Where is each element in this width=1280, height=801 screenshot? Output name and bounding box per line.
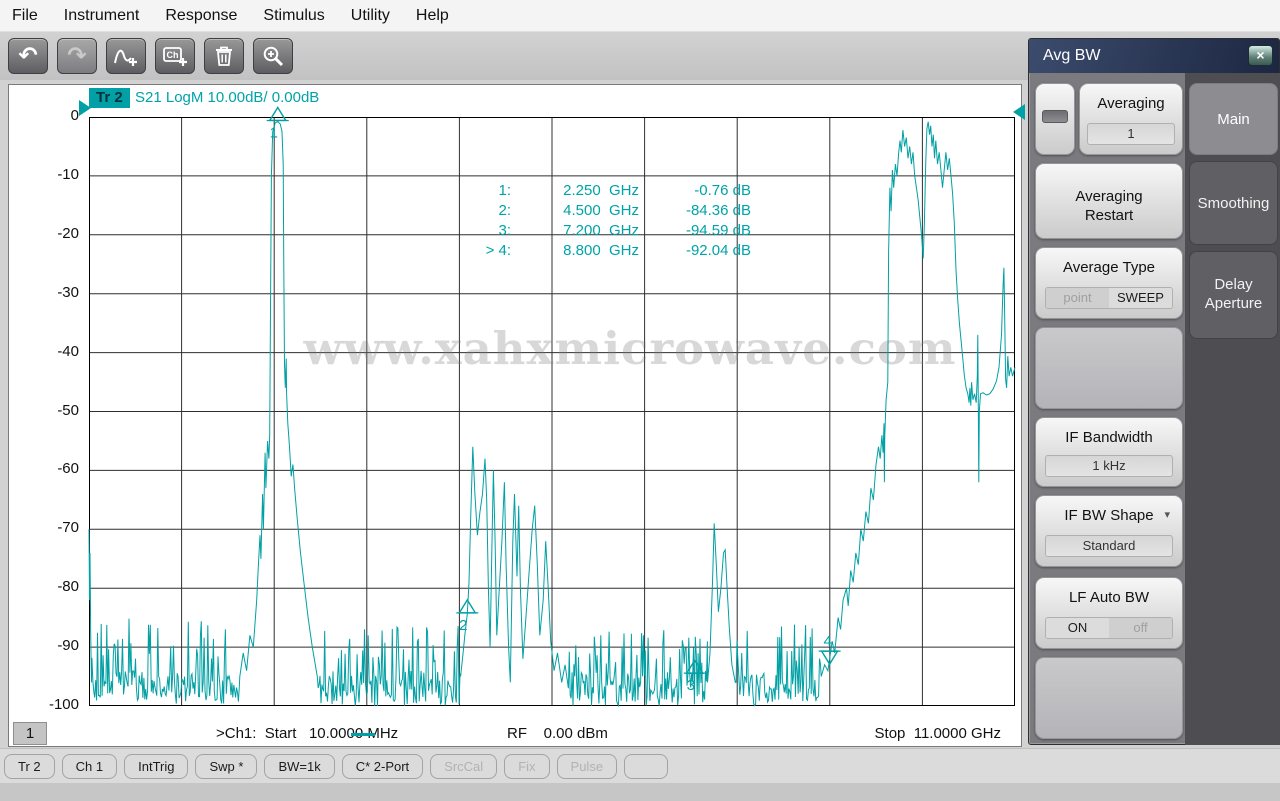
tab-delay-aperture[interactable]: Delay Aperture xyxy=(1189,251,1278,339)
menu-item-instrument[interactable]: Instrument xyxy=(64,7,140,25)
y-axis-label: 0 xyxy=(70,107,79,124)
add-trace-icon xyxy=(114,49,137,66)
menu-bar: File Instrument Response Stimulus Utilit… xyxy=(0,0,1280,32)
menu-item-file[interactable]: File xyxy=(12,7,38,25)
avg-bw-panel: Avg BW × Main Smoothing Delay Aperture A… xyxy=(1028,38,1280,745)
trace-marker-1[interactable]: 1 xyxy=(266,106,289,141)
trash-icon xyxy=(216,46,232,66)
blank-softkey-1 xyxy=(1035,327,1183,409)
status-button-bandwidth[interactable]: BW=1k xyxy=(264,753,335,779)
averaging-button[interactable]: Averaging 1 xyxy=(1079,83,1183,155)
menu-item-utility[interactable]: Utility xyxy=(351,7,390,25)
averaging-restart-button[interactable]: Averaging Restart xyxy=(1035,163,1183,239)
lf-auto-bw-on-option[interactable]: ON xyxy=(1046,618,1109,638)
marker-readout-row: 3: 7.200 GHz -94.59 dB xyxy=(498,222,751,239)
redo-icon: ↷ xyxy=(67,42,87,69)
averaging-value: 1 xyxy=(1087,123,1175,145)
status-button-fix[interactable]: Fix xyxy=(504,753,550,779)
status-button-pulse[interactable]: Pulse xyxy=(556,753,618,779)
if-bandwidth-button[interactable]: IF Bandwidth 1 kHz xyxy=(1035,417,1183,487)
stop-frequency-label: Stop 11.0000 GHz xyxy=(874,725,1001,742)
svg-text:1: 1 xyxy=(270,124,278,141)
y-axis-label: -30 xyxy=(57,283,79,301)
average-type-point-option[interactable]: point xyxy=(1046,288,1109,308)
channel1-tab[interactable]: 1 xyxy=(13,722,47,745)
y-axis-label: -100 xyxy=(48,696,79,713)
y-axis-label: -90 xyxy=(57,637,79,655)
zoom-icon xyxy=(263,46,284,67)
close-icon: × xyxy=(1256,47,1265,63)
menu-item-response[interactable]: Response xyxy=(165,7,237,25)
status-button-empty[interactable] xyxy=(624,753,669,779)
trace2-description: S21 LogM 10.00dB/ 0.00dB xyxy=(135,89,320,106)
trace2-tag[interactable]: Tr 2 xyxy=(89,88,130,108)
add-channel-button[interactable]: Ch xyxy=(155,38,195,74)
average-type-button[interactable]: Average Type point SWEEP xyxy=(1035,247,1183,319)
status-button-channel[interactable]: Ch 1 xyxy=(61,753,118,779)
tab-main[interactable]: Main xyxy=(1189,83,1278,155)
add-trace-button[interactable] xyxy=(106,38,146,74)
marker-readout-row: 1: 2.250 GHz -0.76 dB xyxy=(498,182,751,199)
if-bw-shape-value: Standard xyxy=(1045,535,1173,557)
y-axis-label: -20 xyxy=(57,224,79,242)
svg-text:4: 4 xyxy=(823,633,831,650)
y-axis-label: -50 xyxy=(57,401,79,419)
y-axis-label: -70 xyxy=(57,519,79,537)
vna-app-window: File Instrument Response Stimulus Utilit… xyxy=(0,0,1280,801)
marker-readout-row: 2: 4.500 GHz -84.36 dB xyxy=(498,202,751,219)
panel-title: Avg BW xyxy=(1029,39,1279,73)
blank-softkey-2 xyxy=(1035,657,1183,739)
rf-power-label: RF 0.00 dBm xyxy=(507,725,608,742)
averaging-enable-toggle[interactable] xyxy=(1035,83,1075,155)
reference-level-marker-left-icon[interactable] xyxy=(79,100,91,116)
y-axis-label: -80 xyxy=(57,578,79,596)
y-axis-label: -40 xyxy=(57,342,79,360)
status-bar: Tr 2 Ch 1 IntTrig Swp * BW=1k C* 2-Port … xyxy=(0,748,1280,783)
y-axis-label: -10 xyxy=(57,165,79,183)
status-button-srccal[interactable]: SrcCal xyxy=(430,753,498,779)
lf-auto-bw-segmented: ON off xyxy=(1045,617,1173,639)
dropdown-arrow-icon: ▾ xyxy=(1164,509,1170,521)
status-button-trace[interactable]: Tr 2 xyxy=(4,753,55,779)
status-button-trigger[interactable]: IntTrig xyxy=(124,753,189,779)
menu-item-stimulus[interactable]: Stimulus xyxy=(263,7,324,25)
toggle-indicator-icon xyxy=(1042,110,1068,123)
delete-trace-button[interactable] xyxy=(204,38,244,74)
if-bw-shape-button[interactable]: IF BW Shape ▾ Standard xyxy=(1035,495,1183,567)
status-button-sweep[interactable]: Swp * xyxy=(195,753,258,779)
y-axis-label: -60 xyxy=(57,460,79,478)
menu-item-help[interactable]: Help xyxy=(416,7,449,25)
average-type-segmented: point SWEEP xyxy=(1045,287,1173,309)
lf-auto-bw-off-option[interactable]: off xyxy=(1109,618,1172,638)
svg-text:3: 3 xyxy=(687,677,695,694)
undo-button[interactable]: ↶ xyxy=(8,38,48,74)
status-button-calibration[interactable]: C* 2-Port xyxy=(341,753,424,779)
svg-text:2: 2 xyxy=(459,617,467,634)
average-type-sweep-option[interactable]: SWEEP xyxy=(1109,288,1172,308)
window-bottom-strip xyxy=(0,783,1280,801)
marker-readout: 1: 2.250 GHz -0.76 dB 2: 4.500 GHz -84.3… xyxy=(439,181,751,261)
marker-readout-row: > 4: 8.800 GHz -92.04 dB xyxy=(485,242,751,259)
panel-close-button[interactable]: × xyxy=(1248,45,1273,66)
trace-color-swatch xyxy=(351,733,375,736)
undo-icon: ↶ xyxy=(18,42,38,69)
measurement-display: Tr 2 S21 LogM 10.00dB/ 0.00dB 0 -10 -20 -30… xyxy=(8,84,1025,747)
zoom-button[interactable] xyxy=(253,38,293,74)
lf-auto-bw-button[interactable]: LF Auto BW ON off xyxy=(1035,577,1183,649)
if-bandwidth-value: 1 kHz xyxy=(1045,455,1173,477)
add-channel-icon: Ch xyxy=(163,47,187,66)
svg-text:Ch: Ch xyxy=(167,50,179,60)
redo-button[interactable]: ↷ xyxy=(57,38,97,74)
tab-smoothing[interactable]: Smoothing xyxy=(1189,161,1278,245)
